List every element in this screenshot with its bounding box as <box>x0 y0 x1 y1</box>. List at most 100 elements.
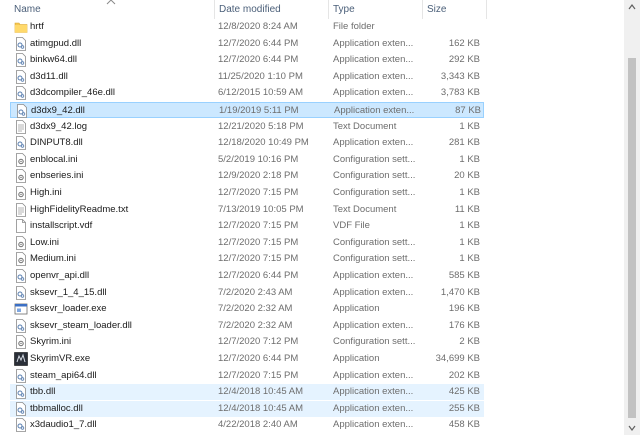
file-type: Application exten... <box>333 70 414 82</box>
file-row[interactable]: enblocal.ini 5/2/2019 10:16 PM Configurati… <box>10 152 484 168</box>
file-row[interactable]: tbb.dll 12/4/2018 10:45 AM Application ext… <box>10 384 484 401</box>
file-name: d3dx9_42.log <box>30 120 88 132</box>
file-row[interactable]: steam_api64.dll 12/7/2020 7:15 PM Applicat… <box>10 368 484 384</box>
file-type: Application exten... <box>333 419 414 431</box>
dll-file-icon <box>14 69 28 84</box>
scroll-up-arrow-icon[interactable] <box>628 4 636 10</box>
scrollbar-thumb[interactable] <box>628 58 636 418</box>
file-row[interactable]: enbseries.ini 12/9/2020 2:18 PM Configurat… <box>10 168 484 184</box>
column-divider[interactable] <box>486 0 487 19</box>
file-date-modified: 1/19/2019 5:11 PM <box>219 105 299 116</box>
config-file-icon <box>14 152 28 167</box>
column-header-size[interactable]: Size <box>423 0 485 19</box>
file-size: 202 KB <box>448 369 480 381</box>
file-row[interactable]: sksevr_steam_loader.dll 7/2/2020 2:32 AM A… <box>10 318 484 334</box>
file-date-modified: 12/7/2020 7:15 PM <box>218 253 299 265</box>
file-row[interactable]: binkw64.dll 12/7/2020 6:44 PM Application … <box>10 52 484 68</box>
file-date-modified: 12/7/2020 7:15 PM <box>218 236 299 248</box>
file-row[interactable]: x3daudio1_7.dll 4/22/2018 2:40 AM Applicat… <box>10 417 484 433</box>
file-size: 196 KB <box>448 303 480 315</box>
exe-file-icon <box>14 302 28 316</box>
file-size: 3,343 KB <box>440 70 480 82</box>
file-size: 1 KB <box>459 187 480 198</box>
dll-file-icon <box>14 36 28 51</box>
scroll-down-arrow-icon[interactable] <box>628 425 636 431</box>
file-type: File folder <box>333 21 375 32</box>
file-type: Application exten... <box>333 37 414 49</box>
file-name: tbbmalloc.dll <box>30 402 83 414</box>
file-type: Configuration sett... <box>333 336 416 348</box>
file-name: HighFidelityReadme.txt <box>30 203 129 215</box>
file-row[interactable]: High.ini 12/7/2020 7:15 PM Configuration s… <box>10 185 484 201</box>
dll-file-icon <box>14 368 28 383</box>
file-size: 11 KB <box>454 203 480 215</box>
file-row[interactable]: d3dx9_42.dll 1/19/2019 5:11 PM Application… <box>10 102 484 118</box>
file-row[interactable]: DINPUT8.dll 12/18/2020 10:49 PM Applicatio… <box>10 135 484 151</box>
file-date-modified: 12/7/2020 7:15 PM <box>218 220 299 232</box>
file-row[interactable]: d3dcompiler_46e.dll 6/12/2015 10:59 AM App… <box>10 85 484 101</box>
vertical-scrollbar[interactable] <box>624 0 640 435</box>
file-row[interactable]: hrtf 12/8/2020 8:24 AM File folder <box>10 19 484 35</box>
dll-file-icon <box>15 104 29 118</box>
file-date-modified: 12/8/2020 8:24 AM <box>218 21 298 32</box>
file-type: Application exten... <box>333 137 414 149</box>
file-date-modified: 12/7/2020 6:44 PM <box>218 270 299 281</box>
file-row[interactable]: sksevr_loader.exe 7/2/2020 2:32 AM Applica… <box>10 301 484 317</box>
dll-file-icon <box>14 269 28 283</box>
file-row[interactable]: openvr_api.dll 12/7/2020 6:44 PM Applicati… <box>10 268 484 284</box>
file-size: 20 KB <box>454 170 480 182</box>
file-size: 255 KB <box>448 402 480 414</box>
file-type: Application <box>333 303 380 315</box>
file-date-modified: 12/4/2018 10:45 AM <box>218 402 304 414</box>
file-row[interactable]: Skyrim.ini 12/7/2020 7:12 PM Configuration… <box>10 334 484 350</box>
file-size: 585 KB <box>448 270 480 281</box>
blank-file-icon <box>14 219 28 234</box>
file-name: atimgpud.dll <box>30 37 82 49</box>
file-name: hrtf <box>30 21 44 32</box>
file-date-modified: 12/7/2020 6:44 PM <box>218 37 299 49</box>
file-name: d3d11.dll <box>30 70 68 82</box>
column-date-label: Date modified <box>219 4 281 15</box>
file-row[interactable]: Low.ini 12/7/2020 7:15 PM Configuration se… <box>10 235 484 251</box>
file-type: Text Document <box>333 120 397 132</box>
file-type: Configuration sett... <box>333 253 416 265</box>
file-row[interactable]: SkyrimVR.exe 12/7/2020 6:44 PM Application… <box>10 351 484 367</box>
file-name: High.ini <box>30 187 62 198</box>
column-header-type[interactable]: Type <box>329 0 421 19</box>
column-header-bar: Name Date modified Type Size <box>0 0 624 19</box>
column-header-date-modified[interactable]: Date modified <box>215 0 325 19</box>
file-name: Medium.ini <box>30 253 76 265</box>
file-name: Low.ini <box>30 236 60 248</box>
file-name: SkyrimVR.exe <box>30 353 91 364</box>
file-name: steam_api64.dll <box>30 369 97 381</box>
file-type: Configuration sett... <box>333 153 416 165</box>
file-size: 292 KB <box>448 54 480 66</box>
file-row[interactable]: d3d11.dll 11/25/2020 1:10 PM Application e… <box>10 69 484 85</box>
dll-file-icon <box>14 86 28 101</box>
dll-file-icon <box>14 318 28 333</box>
file-row[interactable]: installscript.vdf 12/7/2020 7:15 PM VDF Fi… <box>10 218 484 234</box>
file-type: Configuration sett... <box>333 170 416 182</box>
file-date-modified: 12/7/2020 7:12 PM <box>218 336 299 348</box>
file-name: sksevr_steam_loader.dll <box>30 319 132 331</box>
file-row[interactable]: d3dx9_42.log 12/21/2020 5:18 PM Text Docum… <box>10 119 484 135</box>
file-size: 1,470 KB <box>440 286 480 298</box>
file-type: Configuration sett... <box>333 236 416 248</box>
file-date-modified: 4/22/2018 2:40 AM <box>218 419 298 431</box>
file-type: Application exten... <box>333 369 414 381</box>
file-date-modified: 7/2/2020 2:32 AM <box>218 319 293 331</box>
file-row[interactable]: tbbmalloc.dll 12/4/2018 10:45 AM Applicati… <box>10 400 484 417</box>
file-row[interactable]: HighFidelityReadme.txt 7/13/2019 10:05 PM… <box>10 202 484 218</box>
file-row[interactable]: Medium.ini 12/7/2020 7:15 PM Configuration… <box>10 251 484 267</box>
file-row[interactable]: atimgpud.dll 12/7/2020 6:44 PM Application… <box>10 36 484 52</box>
file-row[interactable]: sksevr_1_4_15.dll 7/2/2020 2:43 AM Applica… <box>10 285 484 301</box>
file-type: Text Document <box>333 203 397 215</box>
file-name: tbb.dll <box>30 386 56 398</box>
config-file-icon <box>14 335 28 350</box>
file-size: 1 KB <box>459 153 480 165</box>
dll-file-icon <box>14 285 28 300</box>
file-name: binkw64.dll <box>30 54 77 66</box>
file-name: d3dx9_42.dll <box>31 105 85 116</box>
dll-file-icon <box>14 53 28 68</box>
file-date-modified: 12/7/2020 7:15 PM <box>218 187 299 198</box>
